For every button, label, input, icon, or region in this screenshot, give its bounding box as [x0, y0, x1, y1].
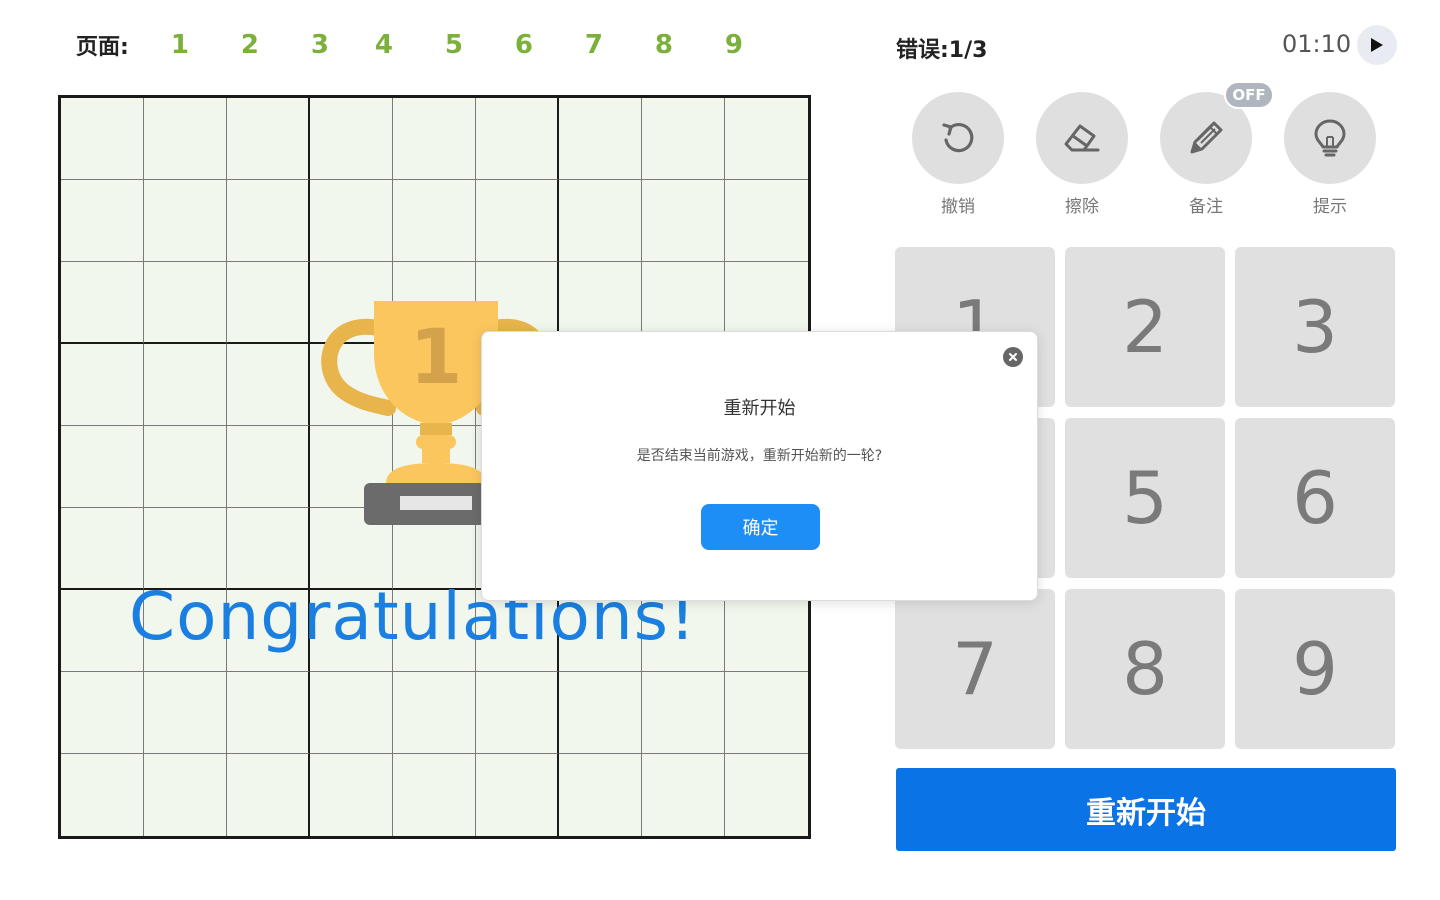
board-cell[interactable] — [144, 98, 227, 180]
board-cell[interactable] — [144, 344, 227, 426]
notes-label: 备注 — [1189, 197, 1223, 217]
board-cell[interactable] — [144, 754, 227, 836]
board-cell[interactable] — [725, 180, 808, 262]
notes-off-badge: OFF — [1224, 81, 1274, 109]
board-cell[interactable] — [227, 426, 310, 508]
notes-button[interactable]: OFF 备注 — [1160, 81, 1284, 217]
undo-circle — [912, 92, 1004, 184]
eraser-icon — [1064, 124, 1100, 152]
page-6[interactable]: 6 — [515, 30, 585, 60]
board-cell[interactable] — [310, 180, 393, 262]
board-cell[interactable] — [725, 98, 808, 180]
board-cell[interactable] — [61, 672, 144, 754]
board-cell[interactable] — [310, 754, 393, 836]
numkey-7[interactable]: 7 — [895, 589, 1055, 749]
numkey-3[interactable]: 3 — [1235, 247, 1395, 407]
page-2[interactable]: 2 — [241, 30, 311, 60]
board-cell[interactable] — [61, 262, 144, 344]
numkey-2[interactable]: 2 — [1065, 247, 1225, 407]
board-cell[interactable] — [559, 672, 642, 754]
board-cell[interactable] — [393, 180, 476, 262]
dialog-close-button[interactable] — [1003, 347, 1023, 367]
numkey-8[interactable]: 8 — [1065, 589, 1225, 749]
page-8[interactable]: 8 — [655, 30, 725, 60]
page-selector: 页面: 1 2 3 4 5 6 7 8 9 — [76, 28, 795, 62]
dialog-message: 是否结束当前游戏，重新开始新的一轮? — [636, 448, 883, 464]
board-cell[interactable] — [725, 754, 808, 836]
erase-button[interactable]: 擦除 — [1036, 92, 1160, 217]
numkey-5[interactable]: 5 — [1065, 418, 1225, 578]
undo-button[interactable]: 撤销 — [912, 92, 1036, 217]
board-cell[interactable] — [61, 98, 144, 180]
board-cell[interactable] — [476, 672, 559, 754]
hint-circle — [1284, 92, 1376, 184]
tool-bar: 撤销 擦除 OFF 备注 提示 — [912, 81, 1408, 217]
board-cell[interactable] — [476, 98, 559, 180]
board-cell[interactable] — [227, 754, 310, 836]
dialog-title: 重新开始 — [723, 398, 796, 419]
board-cell[interactable] — [227, 344, 310, 426]
board-cell[interactable] — [227, 180, 310, 262]
board-cell[interactable] — [476, 754, 559, 836]
board-cell[interactable] — [393, 672, 476, 754]
sudoku-app: 页面: 1 2 3 4 5 6 7 8 9 1 Congratulations!… — [0, 0, 1440, 900]
board-cell[interactable] — [227, 672, 310, 754]
board-cell[interactable] — [642, 180, 725, 262]
erase-circle — [1036, 92, 1128, 184]
board-cell[interactable] — [144, 262, 227, 344]
board-cell[interactable] — [61, 344, 144, 426]
erase-label: 擦除 — [1065, 197, 1099, 217]
close-icon — [1009, 353, 1017, 361]
board-cell[interactable] — [725, 672, 808, 754]
board-cell[interactable] — [393, 754, 476, 836]
board-cell[interactable] — [61, 754, 144, 836]
board-cell[interactable] — [476, 180, 559, 262]
board-cell[interactable] — [227, 98, 310, 180]
board-cell[interactable] — [725, 590, 808, 672]
board-cell[interactable] — [144, 180, 227, 262]
error-counter: 错误:1/3 — [896, 38, 988, 63]
pencil-icon — [1190, 121, 1223, 154]
board-cell[interactable] — [642, 672, 725, 754]
board-cell[interactable] — [642, 754, 725, 836]
play-icon — [1371, 38, 1383, 52]
board-cell[interactable] — [559, 754, 642, 836]
page-5[interactable]: 5 — [445, 30, 515, 60]
undo-label: 撤销 — [941, 197, 975, 217]
lightbulb-icon — [1314, 119, 1346, 157]
undo-icon — [942, 123, 974, 153]
page-7[interactable]: 7 — [585, 30, 655, 60]
numkey-6[interactable]: 6 — [1235, 418, 1395, 578]
board-cell[interactable] — [559, 180, 642, 262]
board-cell[interactable] — [61, 426, 144, 508]
board-cell[interactable] — [61, 180, 144, 262]
game-timer: 01:10 — [1282, 30, 1352, 58]
numkey-9[interactable]: 9 — [1235, 589, 1395, 749]
board-cell[interactable] — [144, 672, 227, 754]
hint-label: 提示 — [1313, 197, 1347, 217]
page-3[interactable]: 3 — [311, 30, 375, 60]
page-1[interactable]: 1 — [171, 30, 241, 60]
page-9[interactable]: 9 — [725, 30, 795, 60]
trophy-number: 1 — [410, 312, 463, 401]
board-cell[interactable] — [227, 262, 310, 344]
board-cell[interactable] — [310, 672, 393, 754]
play-button[interactable] — [1357, 25, 1397, 65]
confirm-button[interactable]: 确定 — [701, 504, 820, 550]
restart-button[interactable]: 重新开始 — [896, 768, 1396, 851]
board-cell[interactable] — [642, 98, 725, 180]
page-4[interactable]: 4 — [375, 30, 445, 60]
restart-dialog: 重新开始 是否结束当前游戏，重新开始新的一轮? 确定 — [481, 331, 1038, 601]
hint-button[interactable]: 提示 — [1284, 92, 1408, 217]
board-cell[interactable] — [310, 98, 393, 180]
page-label: 页面: — [76, 35, 129, 60]
board-cell[interactable] — [393, 98, 476, 180]
board-cell[interactable] — [559, 98, 642, 180]
board-cell[interactable] — [144, 426, 227, 508]
